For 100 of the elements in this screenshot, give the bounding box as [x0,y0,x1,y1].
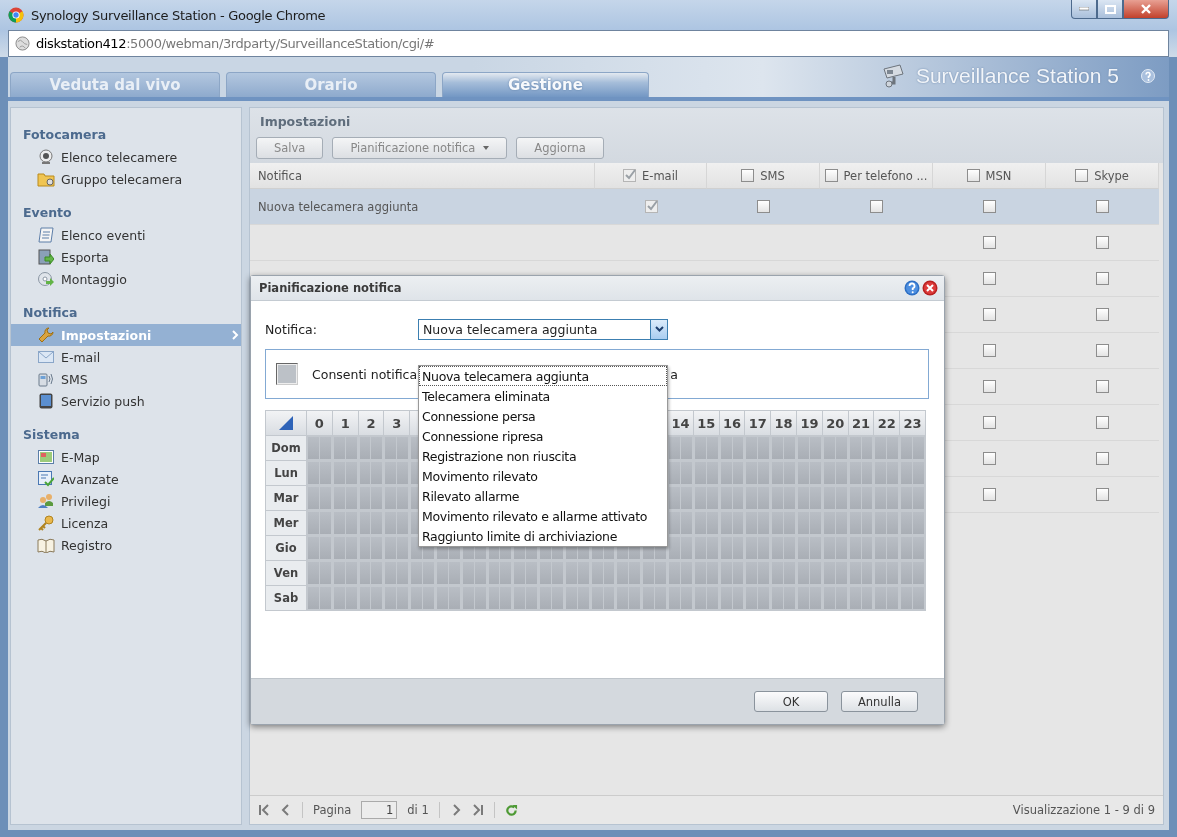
help-icon[interactable] [1141,69,1155,83]
checkbox[interactable] [983,236,996,249]
sidebar-item[interactable]: Privilegi [11,490,241,512]
close-icon[interactable] [922,280,938,296]
globe-icon [15,36,30,51]
sidebar-item[interactable]: Licenza [11,512,241,534]
dropdown-option[interactable]: Registrazione non riuscita [419,446,667,466]
minimize-button[interactable] [1071,0,1097,19]
dropdown-option[interactable]: Movimento rilevato e allarme attivato [419,506,667,526]
column-header: Per telefono ... [843,168,928,183]
checkbox[interactable] [1096,380,1109,393]
notification-dropdown[interactable]: Nuova telecamera aggiunta [418,318,668,340]
window-title: Synology Surveillance Station - Google Chrome [31,7,326,23]
hour-header: 19 [797,411,822,435]
checkbox[interactable] [983,200,996,213]
folder-icon [37,171,55,187]
panel-title: Impostazioni [259,113,352,131]
sidebar-item[interactable]: E-Map [11,446,241,468]
checkbox[interactable] [1096,488,1109,501]
consent-checkbox[interactable] [276,363,298,385]
corner-triangle-icon [279,416,293,430]
dropdown-option[interactable]: Connessione persa [419,406,667,426]
wrench-icon [38,327,54,343]
checkbox[interactable] [1096,308,1109,321]
hour-header: 0 [307,411,332,435]
section-heading: Evento [22,204,73,222]
checkbox[interactable] [1096,416,1109,429]
caret-icon [483,146,490,150]
sidebar-item[interactable]: SMS [11,368,241,390]
checkbox[interactable] [1096,344,1109,357]
checkbox[interactable] [983,308,996,321]
dropdown-option[interactable]: Rilevato allarme [419,486,667,506]
document-icon [38,227,54,243]
day-label: Gio [266,536,306,560]
dropdown-option[interactable]: Movimento rilevato [419,466,667,486]
close-button[interactable] [1123,0,1169,19]
column-checkbox[interactable] [966,169,980,182]
dialog-title: Pianificazione notifica [259,281,402,295]
checkbox[interactable] [983,416,996,429]
day-label: Ven [266,561,306,585]
sidebar-item[interactable]: Montaggio [11,268,241,290]
checkbox[interactable] [1096,452,1109,465]
tick-icon [646,200,658,211]
checkbox[interactable] [983,272,996,285]
hour-header: 18 [771,411,797,435]
checkbox[interactable] [1096,272,1109,285]
tablet-icon [39,393,53,409]
column-checkbox[interactable] [622,169,636,182]
users-icon [38,493,54,509]
sidebar-item[interactable]: Elenco eventi [11,224,241,246]
address-field[interactable]: diskstation412:5000/webman/3rdparty/SurveillanceStation/cgi/# [8,30,1169,57]
sidebar-item[interactable]: Elenco telecamere [11,146,241,168]
section-heading: Notifica [22,304,79,322]
page-field[interactable]: 1 [361,801,398,819]
section-heading: Sistema [22,426,81,444]
checkbox[interactable] [870,200,883,213]
column-checkbox[interactable] [741,169,755,182]
checkbox[interactable] [644,200,658,213]
hour-header: 2 [358,411,384,435]
table-row[interactable]: Nuova telecamera aggiunta [250,189,1159,225]
dialog-button[interactable]: Annulla [841,691,918,712]
column-checkbox[interactable] [1075,169,1089,182]
book-icon [37,537,55,553]
sidebar-item[interactable]: E-mail [11,346,241,368]
status-text: Visualizzazione 1 - 9 di 9 [1012,803,1155,817]
checkbox[interactable] [983,380,996,393]
first-page-icon[interactable] [258,804,270,816]
sidebar-item[interactable]: Avanzate [11,468,241,490]
maximize-button[interactable] [1097,0,1123,19]
hour-header: 14 [668,411,693,435]
last-page-icon[interactable] [471,804,484,816]
day-label: Mar [266,486,306,510]
checkbox[interactable] [983,452,996,465]
checkbox[interactable] [757,200,770,213]
sidebar-item[interactable]: Registro [11,534,241,556]
hour-header: 16 [719,411,745,435]
dropdown-option[interactable]: Connessione ripresa [419,426,667,446]
sidebar-item[interactable]: Servizio push [11,390,241,412]
checklist-icon [38,471,54,487]
checkbox[interactable] [983,488,996,501]
dialog-button[interactable]: OK [754,691,828,712]
sidebar-item[interactable]: Esporta [11,246,241,268]
dropdown-option[interactable]: Raggiunto limite di archiviazione [419,526,667,546]
consent-label: a [670,366,678,382]
dropdown-option[interactable]: Nuova telecamera aggiunta [419,366,667,386]
url-text: diskstation412:5000/webman/3rdparty/SurveillanceStation/cgi/# [36,36,435,51]
hour-header: 22 [874,411,900,435]
help-icon[interactable] [904,280,920,296]
hour-header: 1 [332,411,358,435]
browser-logo-icon [8,7,24,23]
column-checkbox[interactable] [824,169,838,182]
checkbox[interactable] [983,344,996,357]
chevron-down-icon [654,326,664,332]
dropdown-option[interactable]: Telecamera eliminata [419,386,667,406]
checkbox[interactable] [1096,236,1109,249]
refresh-icon[interactable] [504,803,518,817]
checkbox[interactable] [1096,200,1109,213]
day-label: Sab [266,586,306,610]
sidebar-item[interactable]: Gruppo telecamera [11,168,241,190]
previous-page-icon[interactable] [280,804,292,816]
